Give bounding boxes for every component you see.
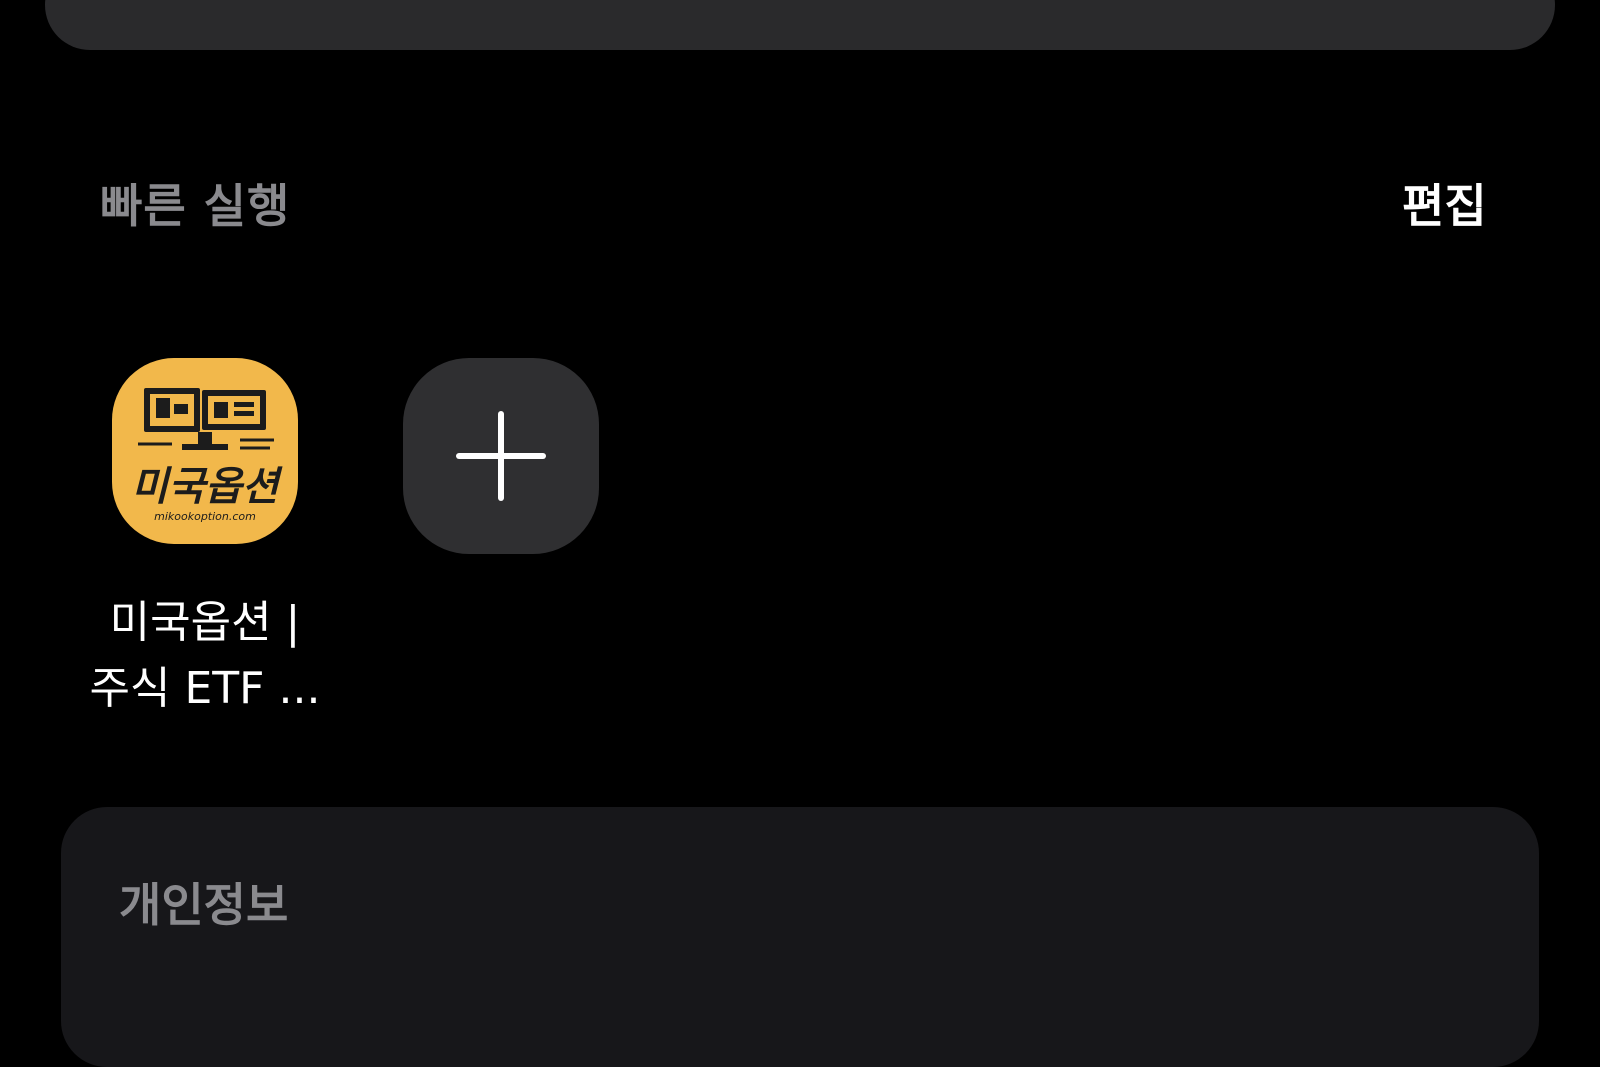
app-logo-graphic: 미국옵션 mikookoption.com [131, 388, 283, 523]
mikookoption-app-icon: 미국옵션 mikookoption.com [112, 358, 298, 544]
app-icon-subtext: mikookoption.com [154, 510, 256, 523]
privacy-title: 개인정보 [119, 878, 289, 932]
app-shortcut-label: 미국옵션 | 주식 ETF ... [89, 597, 321, 714]
privacy-card[interactable]: 개인정보 [61, 807, 1539, 1067]
app-shortcut-mikookoption[interactable]: 미국옵션 mikookoption.com 미국옵션 | 주식 ETF ... [80, 358, 330, 722]
add-shortcut-button[interactable] [403, 358, 599, 554]
plus-icon [456, 411, 546, 501]
edit-button[interactable]: 편집 [1402, 170, 1487, 236]
app-icon-text: 미국옵션 [131, 464, 282, 510]
search-bar[interactable] [45, 0, 1555, 50]
quick-launch-title: 빠른 실행 [100, 179, 291, 233]
